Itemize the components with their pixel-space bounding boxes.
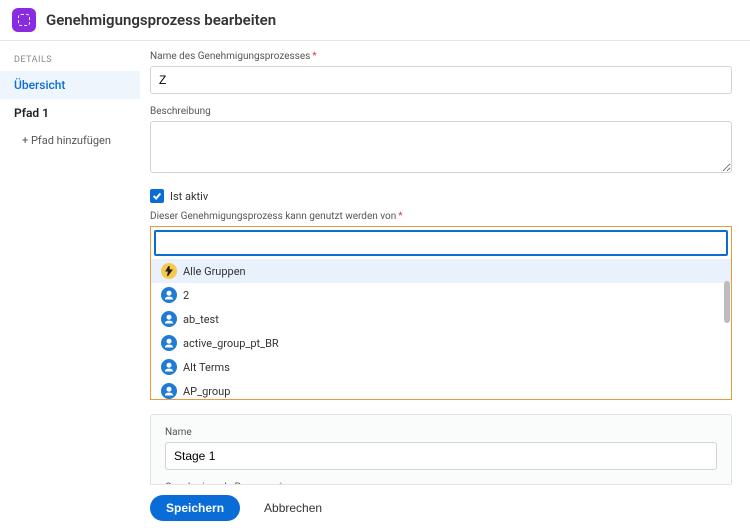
check-icon xyxy=(152,191,162,201)
dropdown-item-label: ab_test xyxy=(183,313,219,326)
dropdown-item-label: 2 xyxy=(183,289,189,302)
used-by-label: Dieser Genehmigungsprozess kann genutzt … xyxy=(150,211,732,222)
save-button[interactable]: Speichern xyxy=(150,495,240,521)
used-by-combobox: Alle Gruppen 2 ab_test active_group_pt_B… xyxy=(150,226,732,400)
dropdown-item[interactable]: ab_test xyxy=(151,307,731,331)
dropdown-item-label: AP_group xyxy=(183,385,230,398)
dropdown-item[interactable]: 2 xyxy=(151,283,731,307)
sidebar-heading: DETAILS xyxy=(0,49,140,71)
page-title: Genehmigungsprozess bearbeiten xyxy=(46,11,276,29)
sidebar-item-overview[interactable]: Übersicht xyxy=(0,71,140,99)
dropdown-item[interactable]: active_group_pt_BR xyxy=(151,331,731,355)
required-star-icon: * xyxy=(398,211,402,222)
dropdown-item-label: Alt Terms xyxy=(183,361,230,374)
required-star-icon: * xyxy=(312,51,316,62)
dropdown-item[interactable]: AP_group xyxy=(151,379,731,399)
sidebar-add-path[interactable]: + Pfad hinzufügen xyxy=(0,127,140,154)
dropdown-item[interactable]: Alt Terms xyxy=(151,355,731,379)
footer-actions: Speichern Abbrechen xyxy=(150,484,732,531)
bolt-icon xyxy=(161,263,177,279)
sidebar-item-path-1[interactable]: Pfad 1 xyxy=(0,99,140,127)
group-icon xyxy=(161,287,177,303)
used-by-dropdown: Alle Gruppen 2 ab_test active_group_pt_B… xyxy=(151,259,731,399)
group-icon xyxy=(161,383,177,399)
stage-name-label: Name xyxy=(165,427,717,438)
dropdown-item-all-groups[interactable]: Alle Gruppen xyxy=(151,259,731,283)
active-checkbox[interactable] xyxy=(150,189,164,203)
used-by-input[interactable] xyxy=(154,230,728,256)
group-icon xyxy=(161,311,177,327)
group-icon xyxy=(161,335,177,351)
process-name-label: Name des Genehmigungsprozesses* xyxy=(150,51,732,62)
page-header: Genehmigungsprozess bearbeiten xyxy=(0,0,750,41)
dropdown-item-label: Alle Gruppen xyxy=(183,265,246,278)
cancel-button[interactable]: Abbrechen xyxy=(258,500,328,516)
process-name-input[interactable] xyxy=(150,66,732,94)
approval-process-icon xyxy=(12,8,36,32)
description-label: Beschreibung xyxy=(150,106,732,117)
dropdown-item-label: active_group_pt_BR xyxy=(183,337,279,350)
dropdown-scrollbar[interactable] xyxy=(724,281,730,323)
active-checkbox-row[interactable]: Ist aktiv xyxy=(150,189,732,203)
sidebar: DETAILS Übersicht Pfad 1 + Pfad hinzufüg… xyxy=(0,41,140,531)
stage-name-input[interactable] xyxy=(165,442,717,470)
group-icon xyxy=(161,359,177,375)
active-checkbox-label: Ist aktiv xyxy=(170,190,208,203)
main-panel: Name des Genehmigungsprozesses* Beschrei… xyxy=(140,41,750,531)
description-input[interactable] xyxy=(150,121,732,173)
